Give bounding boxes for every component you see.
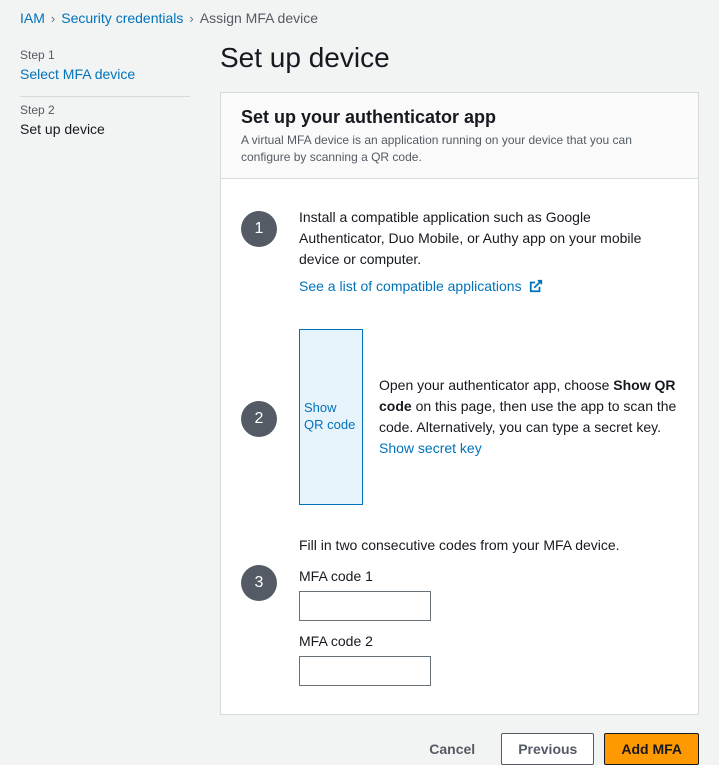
sidebar-step-2-title: Set up device	[20, 121, 190, 137]
chevron-right-icon: ›	[51, 11, 55, 26]
panel-description: A virtual MFA device is an application r…	[241, 132, 678, 166]
mfa-code-2-field: MFA code 2	[299, 631, 678, 686]
cancel-button[interactable]: Cancel	[413, 733, 491, 765]
setup-panel: Set up your authenticator app A virtual …	[220, 92, 699, 715]
external-link-icon	[529, 278, 543, 299]
main-content: Set up device Set up your authenticator …	[220, 42, 699, 765]
show-qr-code-button[interactable]: Show QR code	[299, 329, 363, 505]
show-secret-key-link[interactable]: Show secret key	[379, 440, 482, 456]
chevron-right-icon: ›	[189, 11, 193, 26]
step-1-text: Install a compatible application such as…	[299, 207, 678, 270]
step-1-badge: 1	[241, 211, 277, 247]
mfa-code-2-input[interactable]	[299, 656, 431, 686]
page-title: Set up device	[220, 42, 699, 74]
add-mfa-button[interactable]: Add MFA	[604, 733, 699, 765]
step-3-row: 3 Fill in two consecutive codes from you…	[241, 535, 678, 686]
sidebar-step-2: Step 2 Set up device	[20, 97, 190, 151]
mfa-code-1-field: MFA code 1	[299, 566, 678, 621]
compatible-apps-link[interactable]: See a list of compatible applications	[299, 278, 543, 294]
breadcrumb-current: Assign MFA device	[200, 10, 318, 26]
panel-title: Set up your authenticator app	[241, 107, 678, 128]
sidebar-step-1-title: Select MFA device	[20, 66, 190, 82]
panel-header: Set up your authenticator app A virtual …	[221, 93, 698, 179]
step-3-badge: 3	[241, 565, 277, 601]
breadcrumb-iam[interactable]: IAM	[20, 10, 45, 26]
mfa-code-2-label: MFA code 2	[299, 631, 678, 652]
wizard-sidebar: Step 1 Select MFA device Step 2 Set up d…	[20, 42, 190, 765]
breadcrumb: IAM › Security credentials › Assign MFA …	[0, 0, 719, 32]
sidebar-step-1-label: Step 1	[20, 48, 190, 62]
mfa-code-1-input[interactable]	[299, 591, 431, 621]
footer-buttons: Cancel Previous Add MFA	[220, 715, 699, 765]
step-1-row: 1 Install a compatible application such …	[241, 207, 678, 299]
previous-button[interactable]: Previous	[501, 733, 594, 765]
mfa-code-1-label: MFA code 1	[299, 566, 678, 587]
step-2-text: Open your authenticator app, choose Show…	[379, 375, 678, 459]
step-2-row: 2 Show QR code Open your authenticator a…	[241, 329, 678, 505]
step-3-intro: Fill in two consecutive codes from your …	[299, 535, 678, 556]
breadcrumb-security-credentials[interactable]: Security credentials	[61, 10, 183, 26]
sidebar-step-2-label: Step 2	[20, 103, 190, 117]
sidebar-step-1[interactable]: Step 1 Select MFA device	[20, 42, 190, 96]
step-2-badge: 2	[241, 401, 277, 437]
